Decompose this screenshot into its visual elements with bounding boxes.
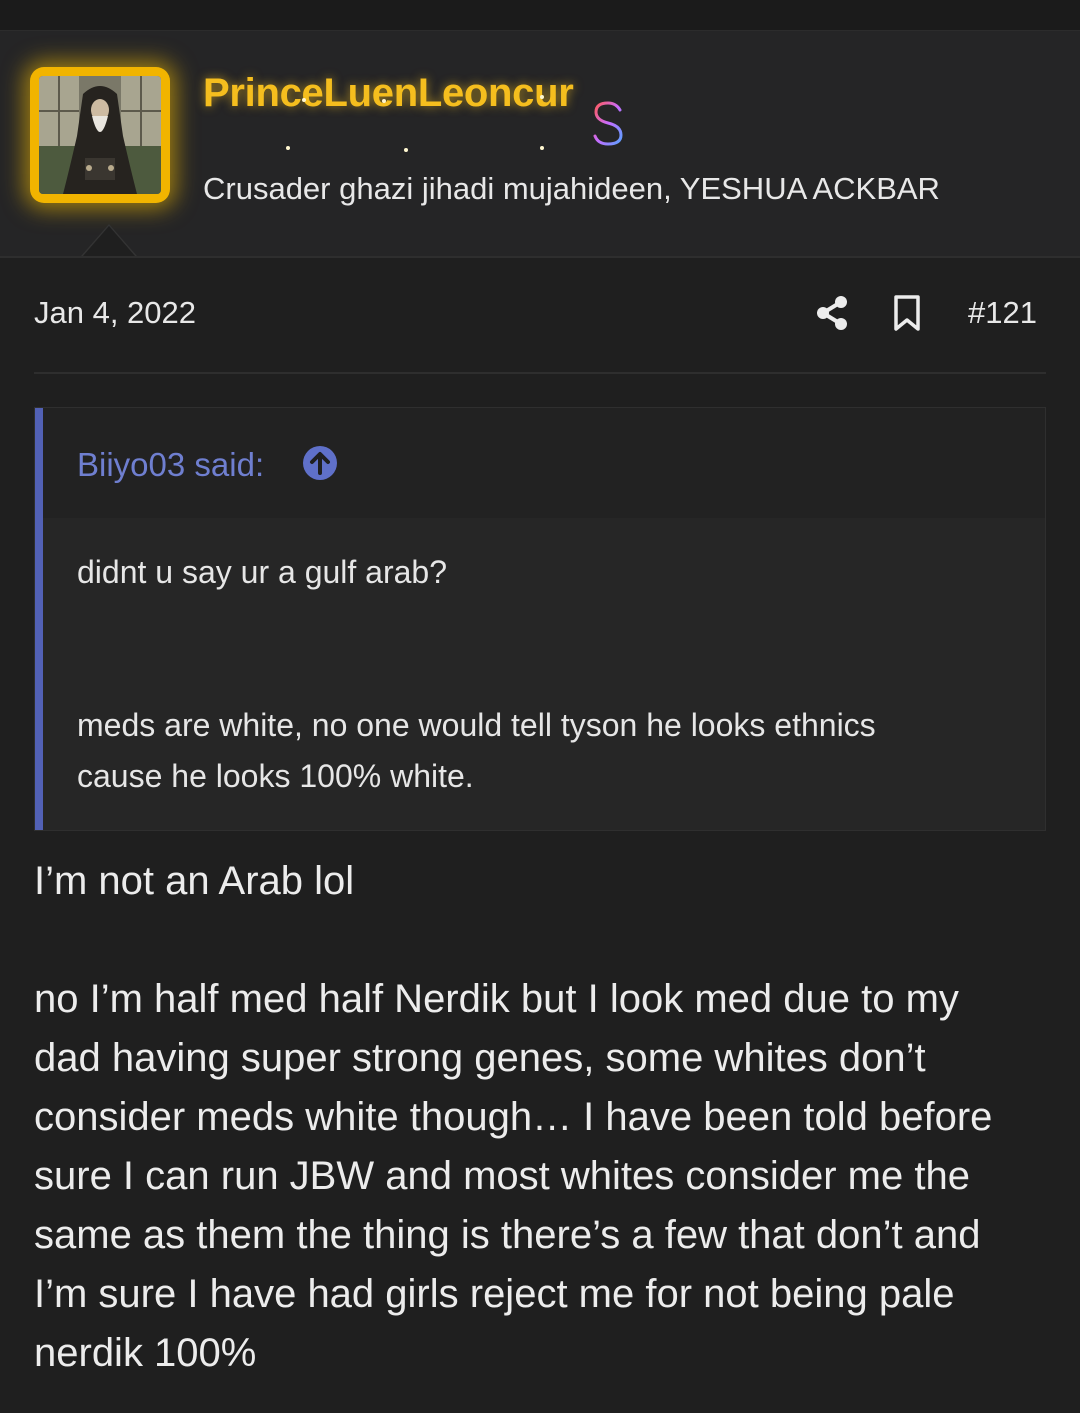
reply-text-line: dad having super strong genes, some whit…: [34, 1036, 926, 1080]
reply-text-line: same as them the thing is there’s a few …: [34, 1213, 981, 1257]
quote-text-line: meds are white, no one would tell tyson …: [77, 707, 876, 743]
dollar-sign-icon: [593, 97, 623, 149]
quote-accent-bar: [35, 408, 43, 830]
reply-text-line: I’m not an Arab lol: [34, 859, 355, 903]
user-header: PrinceLuenLeoncur Crusader ghazi jihadi …: [0, 31, 1080, 258]
reply-text-line: no I’m half med half Nerdik but I look m…: [34, 977, 959, 1021]
user-title: Crusader ghazi jihadi mujahideen, YESHUA…: [203, 171, 940, 206]
avatar[interactable]: [39, 76, 161, 194]
share-icon[interactable]: [814, 294, 850, 332]
quote-author-link[interactable]: Biiyo03 said:: [77, 446, 264, 484]
sparkle-decoration: [404, 148, 408, 152]
post-date[interactable]: Jan 4, 2022: [34, 295, 196, 331]
sparkle-decoration: [302, 98, 306, 102]
reply-text-line: consider meds white though… I have been …: [34, 1095, 993, 1139]
username[interactable]: PrinceLuenLeoncur: [203, 71, 574, 116]
quote-text-line: didnt u say ur a gulf arab?: [77, 554, 448, 590]
quote-text-line: cause he looks 100% white.: [77, 758, 474, 794]
top-strip: [0, 0, 1080, 31]
reply-text-line: nerdik 100%: [34, 1331, 257, 1375]
sparkle-decoration: [540, 95, 544, 99]
reply-body: I’m not an Arab lol: [34, 852, 1054, 911]
sparkle-decoration: [382, 99, 386, 103]
meta-divider: [34, 372, 1046, 374]
reply-text-line: I’m sure I have had girls reject me for …: [34, 1272, 955, 1316]
header-pointer: [83, 226, 135, 256]
sparkle-decoration: [540, 146, 544, 150]
avatar-frame[interactable]: [30, 67, 170, 203]
post-number-link[interactable]: #121: [968, 295, 1037, 331]
bookmark-icon[interactable]: [890, 294, 924, 332]
reply-text-line: sure I can run JBW and most whites consi…: [34, 1154, 970, 1198]
reply-paragraph: no I’m half med half Nerdik but I look m…: [34, 970, 1054, 1383]
quote-block: Biiyo03 said: didnt u say ur a gulf arab…: [34, 407, 1046, 831]
arrow-up-circle-icon[interactable]: [302, 445, 338, 481]
sparkle-decoration: [286, 146, 290, 150]
